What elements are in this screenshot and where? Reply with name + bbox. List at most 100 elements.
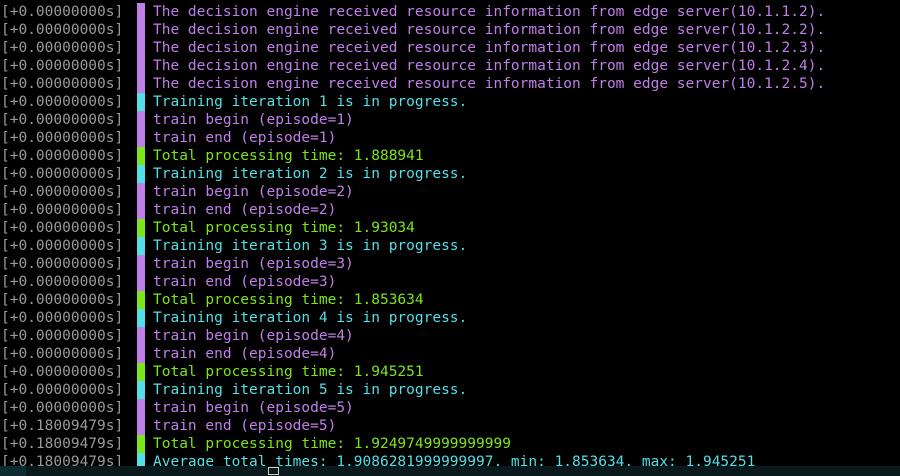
log-message: train begin (episode=1): [153, 112, 354, 128]
log-message: train end (episode=4): [153, 346, 337, 362]
log-level-marker: [137, 57, 145, 75]
log-level-marker: [137, 21, 145, 39]
log-message: train begin (episode=2): [153, 184, 354, 200]
log-message: train end (episode=5): [153, 418, 337, 434]
log-level-marker: [137, 291, 145, 309]
log-level-marker: [137, 345, 145, 363]
log-timestamp: [+0.00000000s]: [1, 274, 124, 290]
log-message: Total processing time: 1.93034: [153, 220, 415, 236]
log-line: [+0.00000000s] train begin (episode=5): [0, 399, 900, 417]
log-timestamp: [+0.00000000s]: [1, 184, 124, 200]
log-level-marker: [137, 129, 145, 147]
log-timestamp: [+0.00000000s]: [1, 76, 124, 92]
log-line: [+0.00000000s] Training iteration 1 is in…: [0, 93, 900, 111]
log-line: [+0.00000000s] Training iteration 4 is in…: [0, 309, 900, 327]
log-timestamp: [+0.00000000s]: [1, 328, 124, 344]
log-level-marker: [137, 255, 145, 273]
log-timestamp: [+0.00000000s]: [1, 220, 124, 236]
log-line: [+0.00000000s] The decision engine receiv…: [0, 3, 900, 21]
log-timestamp: [+0.00000000s]: [1, 166, 124, 182]
log-timestamp: [+0.00000000s]: [1, 346, 124, 362]
log-message: Total processing time: 1.924974999999999…: [153, 436, 511, 452]
log-timestamp: [+0.00000000s]: [1, 292, 124, 308]
log-level-marker: [137, 237, 145, 255]
log-line: [+0.00000000s] The decision engine receiv…: [0, 75, 900, 93]
log-message: The decision engine received resource in…: [153, 58, 826, 74]
log-level-marker: [137, 147, 145, 165]
log-timestamp: [+0.00000000s]: [1, 364, 124, 380]
log-line: [+0.18009479s] Total processing time: 1.9…: [0, 435, 900, 453]
log-line: [+0.00000000s] Training iteration 3 is in…: [0, 237, 900, 255]
log-level-marker: [137, 273, 145, 291]
log-line: [+0.18009479s] train end (episode=5): [0, 417, 900, 435]
log-timestamp: [+0.00000000s]: [1, 202, 124, 218]
log-timestamp: [+0.00000000s]: [1, 256, 124, 272]
log-level-marker: [137, 93, 145, 111]
log-message: train begin (episode=5): [153, 400, 354, 416]
log-timestamp: [+0.18009479s]: [1, 436, 124, 452]
log-line: [+0.00000000s] The decision engine receiv…: [0, 39, 900, 57]
log-level-marker: [137, 381, 145, 399]
status-line: [0, 466, 900, 476]
log-line: [+0.00000000s] Total processing time: 1.8…: [0, 147, 900, 165]
log-line: [+0.00000000s] Training iteration 2 is in…: [0, 165, 900, 183]
log-timestamp: [+0.00000000s]: [1, 58, 124, 74]
status-segment: [0, 466, 26, 476]
log-timestamp: [+0.00000000s]: [1, 238, 124, 254]
log-timestamp: [+0.00000000s]: [1, 310, 124, 326]
log-message: train end (episode=2): [153, 202, 337, 218]
log-line: [+0.00000000s] The decision engine receiv…: [0, 21, 900, 39]
log-line: [+0.00000000s] Total processing time: 1.8…: [0, 291, 900, 309]
log-timestamp: [+0.00000000s]: [1, 382, 124, 398]
log-level-marker: [137, 417, 145, 435]
log-message: Training iteration 2 is in progress.: [153, 166, 468, 182]
log-timestamp: [+0.18009479s]: [1, 418, 124, 434]
log-message: train begin (episode=4): [153, 328, 354, 344]
log-level-marker: [137, 435, 145, 453]
log-message: The decision engine received resource in…: [153, 22, 826, 38]
terminal-log[interactable]: [+0.00000000s] The decision engine receiv…: [0, 3, 900, 471]
log-level-marker: [137, 39, 145, 57]
log-level-marker: [137, 219, 145, 237]
log-level-marker: [137, 399, 145, 417]
log-timestamp: [+0.00000000s]: [1, 22, 124, 38]
log-message: train begin (episode=3): [153, 256, 354, 272]
log-message: train end (episode=3): [153, 274, 337, 290]
log-line: [+0.00000000s] train end (episode=2): [0, 201, 900, 219]
log-message: The decision engine received resource in…: [153, 40, 826, 56]
log-level-marker: [137, 165, 145, 183]
cursor[interactable]: [268, 467, 279, 475]
log-timestamp: [+0.00000000s]: [1, 40, 124, 56]
log-timestamp: [+0.00000000s]: [1, 4, 124, 20]
log-level-marker: [137, 183, 145, 201]
log-level-marker: [137, 327, 145, 345]
log-line: [+0.00000000s] train begin (episode=1): [0, 111, 900, 129]
log-line: [+0.00000000s] Total processing time: 1.9…: [0, 219, 900, 237]
log-message: The decision engine received resource in…: [153, 4, 826, 20]
log-message: Training iteration 3 is in progress.: [153, 238, 468, 254]
log-line: [+0.00000000s] The decision engine receiv…: [0, 57, 900, 75]
log-message: Training iteration 5 is in progress.: [153, 382, 468, 398]
log-message: Total processing time: 1.853634: [153, 292, 424, 308]
log-level-marker: [137, 309, 145, 327]
log-line: [+0.00000000s] train end (episode=1): [0, 129, 900, 147]
log-message: The decision engine received resource in…: [153, 76, 826, 92]
log-timestamp: [+0.00000000s]: [1, 130, 124, 146]
log-level-marker: [137, 3, 145, 21]
log-timestamp: [+0.00000000s]: [1, 148, 124, 164]
log-line: [+0.00000000s] train end (episode=4): [0, 345, 900, 363]
log-line: [+0.00000000s] train begin (episode=2): [0, 183, 900, 201]
log-line: [+0.00000000s] train end (episode=3): [0, 273, 900, 291]
log-line: [+0.00000000s] Total processing time: 1.9…: [0, 363, 900, 381]
log-message: Training iteration 1 is in progress.: [153, 94, 468, 110]
log-level-marker: [137, 363, 145, 381]
log-level-marker: [137, 75, 145, 93]
log-level-marker: [137, 201, 145, 219]
log-message: Total processing time: 1.945251: [153, 364, 424, 380]
log-line: [+0.00000000s] train begin (episode=3): [0, 255, 900, 273]
log-timestamp: [+0.00000000s]: [1, 112, 124, 128]
log-message: Training iteration 4 is in progress.: [153, 310, 468, 326]
log-line: [+0.00000000s] train begin (episode=4): [0, 327, 900, 345]
log-timestamp: [+0.00000000s]: [1, 400, 124, 416]
log-line: [+0.00000000s] Training iteration 5 is in…: [0, 381, 900, 399]
